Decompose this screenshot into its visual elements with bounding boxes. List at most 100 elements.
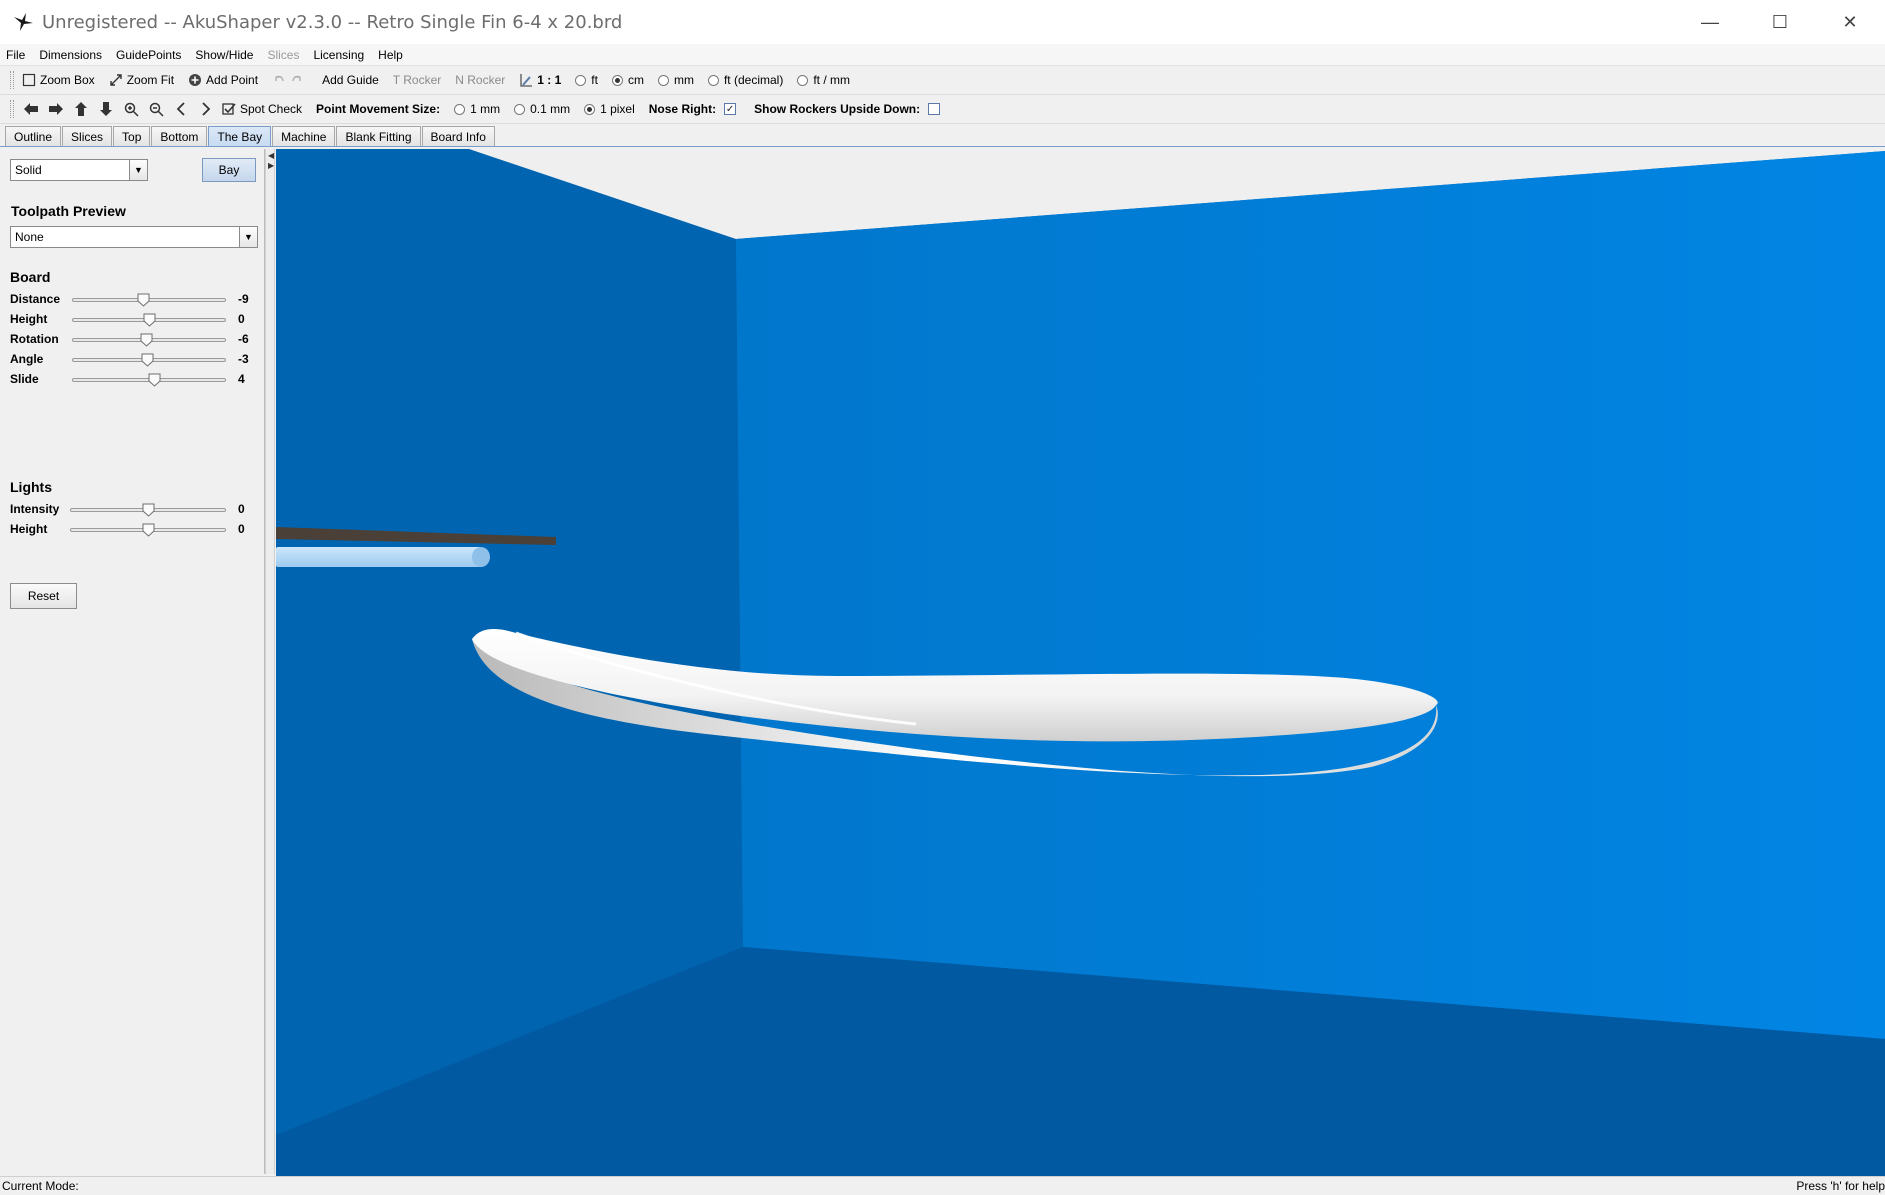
window-title: Unregistered -- AkuShaper v2.3.0 -- Retr…	[42, 11, 623, 33]
radio-button	[707, 74, 719, 86]
main-toolbar: Zoom Box Zoom Fit Add Point Add Guide T …	[0, 66, 1885, 95]
menu-dimensions[interactable]: Dimensions	[39, 48, 102, 62]
back-wall	[736, 151, 1885, 1039]
board-rotation-slider-thumb[interactable]	[140, 333, 153, 347]
rockers-upside-down-option: Show Rockers Upside Down:	[754, 102, 944, 116]
expand-right-icon[interactable]: ▶	[268, 161, 274, 170]
toolbar-grip[interactable]	[10, 71, 14, 89]
board-slide-slider-thumb[interactable]	[148, 373, 161, 387]
add-guide-label: Add Guide	[322, 73, 379, 87]
collapse-left-icon[interactable]: ◀	[268, 151, 274, 160]
board-distance-value: -9	[238, 292, 249, 306]
t-rocker-button[interactable]: T Rocker	[393, 73, 441, 87]
radio-button	[797, 74, 809, 86]
toolpath-preview-select[interactable]: None ▼	[10, 226, 258, 248]
toolbar-grip[interactable]	[10, 100, 14, 118]
chevron-right-icon[interactable]	[197, 101, 215, 117]
bay-3d-viewport[interactable]	[276, 149, 1885, 1176]
menu-show-hide[interactable]: Show/Hide	[195, 48, 253, 62]
redo-icon[interactable]	[290, 73, 304, 87]
bay-control-panel: Solid ▼ Bay Toolpath Preview None ▼ Boar…	[2, 149, 265, 1174]
lights-intensity-slider-thumb[interactable]	[142, 503, 155, 517]
tab-slices[interactable]: Slices	[62, 126, 113, 146]
unit-ft-mm-label: ft / mm	[813, 73, 850, 87]
board-height-label: Height	[10, 312, 48, 326]
unit-ft-decimal-radio[interactable]: ft (decimal)	[707, 73, 784, 87]
lights-height-slider-thumb[interactable]	[142, 523, 155, 537]
ruler-icon	[520, 74, 533, 87]
tab-the-bay[interactable]: The Bay	[208, 126, 272, 146]
spot-check-label: Spot Check	[240, 102, 303, 116]
chevron-down-icon[interactable]: ▼	[129, 160, 147, 180]
reset-button[interactable]: Reset	[10, 583, 77, 609]
tab-blank-fitting[interactable]: Blank Fitting	[336, 126, 421, 146]
arrow-up-icon[interactable]	[72, 101, 90, 117]
tab-board-info[interactable]: Board Info	[421, 126, 495, 146]
unit-mm-radio[interactable]: mm	[657, 73, 694, 87]
lights-intensity-label: Intensity	[10, 502, 60, 516]
lights-height-value: 0	[238, 522, 245, 536]
arrow-left-icon[interactable]	[22, 101, 40, 117]
unit-ft-decimal-label: ft (decimal)	[723, 73, 784, 87]
arrow-down-icon[interactable]	[97, 101, 115, 117]
add-guide-button[interactable]: Add Guide	[322, 73, 379, 87]
add-circle-icon	[189, 74, 202, 86]
window-controls: — ☐ ✕	[1675, 0, 1885, 44]
nose-right-checkbox[interactable]: ✓	[724, 103, 737, 115]
movement-1mm-label: 1 mm	[470, 102, 501, 116]
point-movement-label: Point Movement Size:	[316, 102, 441, 116]
lights-height-label: Height	[10, 522, 48, 536]
tab-top[interactable]: Top	[113, 126, 151, 146]
toolpath-preview-value: None	[15, 230, 44, 244]
spot-check-toggle[interactable]: Spot Check	[222, 102, 302, 116]
board-height-slider-thumb[interactable]	[143, 313, 156, 327]
minimize-button[interactable]: —	[1675, 0, 1745, 44]
add-point-button[interactable]: Add Point	[188, 73, 258, 87]
radio-button	[514, 103, 526, 115]
rack-tube-end	[472, 547, 490, 567]
movement-1mm-radio[interactable]: 1 mm	[454, 102, 500, 116]
tab-bottom[interactable]: Bottom	[151, 126, 208, 146]
zoom-box-button[interactable]: Zoom Box	[22, 73, 95, 87]
nose-right-label: Nose Right:	[648, 102, 717, 116]
movement-1pixel-label: 1 pixel	[600, 102, 635, 116]
unit-ft-mm-radio[interactable]: ft / mm	[797, 73, 850, 87]
zoom-in-icon[interactable]	[122, 101, 140, 117]
movement-1pixel-radio[interactable]: 1 pixel	[584, 102, 635, 116]
menu-file[interactable]: File	[6, 48, 25, 62]
menu-slices[interactable]: Slices	[267, 48, 299, 62]
tab-outline[interactable]: Outline	[5, 126, 62, 146]
bay-scene	[276, 149, 1885, 1176]
board-distance-slider-thumb[interactable]	[137, 293, 150, 307]
undo-icon[interactable]	[272, 73, 286, 87]
n-rocker-button[interactable]: N Rocker	[455, 73, 505, 87]
unit-cm-radio[interactable]: cm	[611, 73, 644, 87]
bay-button[interactable]: Bay	[202, 158, 256, 182]
render-mode-select[interactable]: Solid ▼	[10, 159, 148, 181]
zoom-fit-button[interactable]: Zoom Fit	[109, 73, 174, 87]
maximize-button[interactable]: ☐	[1745, 0, 1815, 44]
chevron-down-icon[interactable]: ▼	[239, 227, 257, 247]
arrow-right-icon[interactable]	[47, 101, 65, 117]
unit-mm-label: mm	[673, 73, 694, 87]
menu-licensing[interactable]: Licensing	[313, 48, 364, 62]
zoom-box-label: Zoom Box	[40, 73, 95, 87]
zoom-out-icon[interactable]	[147, 101, 165, 117]
rockers-upside-down-checkbox[interactable]	[928, 103, 941, 115]
unit-ft-radio[interactable]: ft	[575, 73, 598, 87]
current-mode-text: Current Mode:	[2, 1179, 79, 1193]
akushaper-logo-icon	[14, 13, 33, 31]
close-button[interactable]: ✕	[1815, 0, 1885, 44]
chevron-left-icon[interactable]	[172, 101, 190, 117]
board-angle-slider-thumb[interactable]	[141, 353, 154, 367]
panel-splitter[interactable]: ◀ ▶	[265, 149, 275, 1174]
menu-guidepoints[interactable]: GuidePoints	[116, 48, 181, 62]
scale-button[interactable]: 1 : 1	[519, 73, 561, 87]
menu-bar: File Dimensions GuidePoints Show/Hide Sl…	[0, 44, 1885, 66]
zoom-box-icon	[22, 73, 36, 87]
view-tabs: Outline Slices Top Bottom The Bay Machin…	[0, 125, 1885, 147]
movement-0-1mm-radio[interactable]: 0.1 mm	[514, 102, 570, 116]
menu-help[interactable]: Help	[378, 48, 403, 62]
board-slide-value: 4	[238, 372, 245, 386]
tab-machine[interactable]: Machine	[272, 126, 336, 146]
